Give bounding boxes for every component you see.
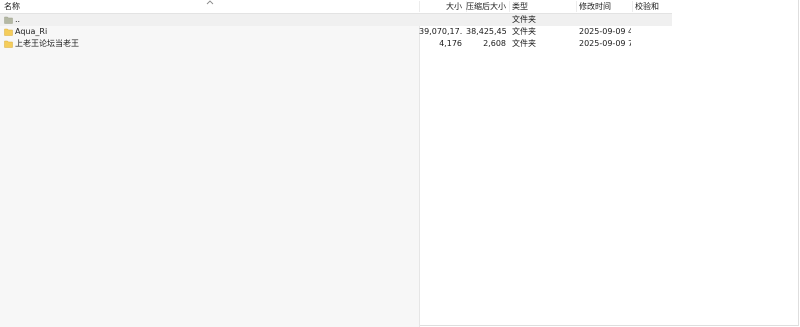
file-size: 4,176 [439, 39, 462, 48]
file-packed-size: 2,608 [483, 39, 506, 48]
column-header-checksum[interactable]: 校验和 [635, 0, 659, 13]
file-type: 文件夹 [512, 15, 536, 24]
file-packed-size [466, 14, 506, 26]
file-size [419, 14, 462, 26]
list-item-folder[interactable]: 上老王论坛当老王 4,176 2,608 文件夹 2025-09-09 7... [0, 38, 672, 50]
file-name: .. [15, 15, 21, 24]
column-separator[interactable] [509, 1, 510, 12]
sort-ascending-icon [206, 0, 214, 5]
file-list[interactable]: 名称 大小 压缩后大小 类型 修改时间 校验和 .. 文件夹 Aqua_Ri 3… [0, 0, 672, 327]
file-modified: 2025-09-09 4... [579, 27, 631, 36]
parent-folder-icon [4, 16, 13, 24]
column-separator[interactable] [576, 1, 577, 12]
file-modified: 2025-09-09 7... [579, 39, 631, 48]
list-item-parent-folder[interactable]: .. 文件夹 [0, 14, 672, 26]
file-checksum [635, 26, 670, 38]
column-header-packed-size[interactable]: 压缩后大小 [466, 0, 506, 13]
name-column-background [0, 14, 420, 327]
column-header-type[interactable]: 类型 [512, 0, 528, 13]
column-header-modified[interactable]: 修改时间 [579, 0, 611, 13]
file-name: Aqua_Ri [15, 27, 48, 36]
file-packed-size: 38,425,45... [466, 27, 506, 36]
column-header-size[interactable]: 大小 [419, 0, 462, 13]
list-item-folder[interactable]: Aqua_Ri 39,070,17... 38,425,45... 文件夹 20… [0, 26, 672, 38]
column-header-bar: 名称 大小 压缩后大小 类型 修改时间 校验和 [0, 0, 672, 14]
column-separator[interactable] [632, 1, 633, 12]
file-checksum [635, 38, 670, 50]
file-type: 文件夹 [512, 39, 536, 48]
file-size: 39,070,17... [419, 27, 462, 36]
file-name: 上老王论坛当老王 [15, 39, 79, 48]
file-modified [579, 14, 631, 26]
folder-icon [4, 28, 13, 36]
column-header-name[interactable]: 名称 [4, 0, 20, 13]
folder-icon [4, 40, 13, 48]
file-checksum [635, 14, 670, 26]
file-type: 文件夹 [512, 27, 536, 36]
